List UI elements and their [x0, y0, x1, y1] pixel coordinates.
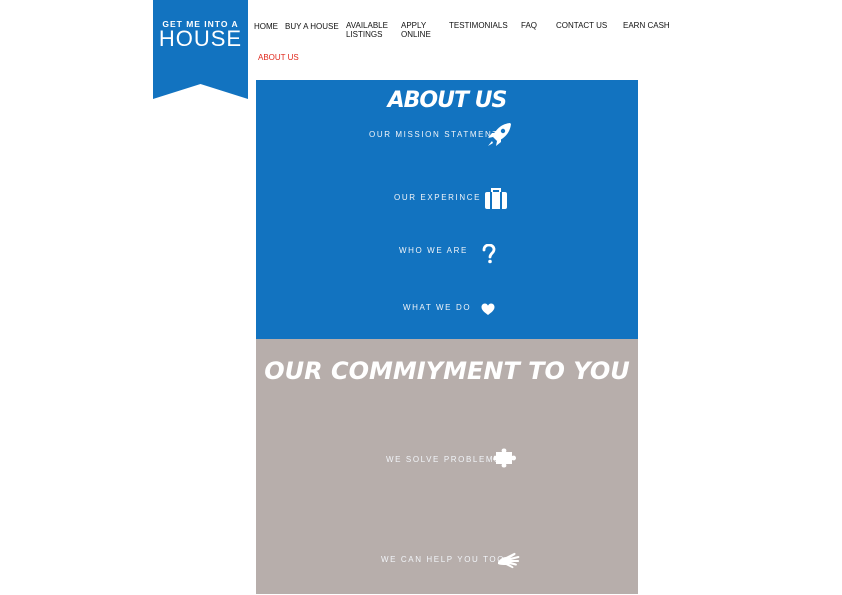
our-experince-label: OUR EXPERINCE	[394, 193, 482, 202]
mission-statement-label: OUR MISSION STATMENT	[369, 130, 499, 139]
heart-icon	[481, 303, 495, 315]
who-we-are-label: WHO WE ARE	[399, 246, 468, 255]
hand-icon	[498, 552, 520, 569]
nav-buy-a-house[interactable]: BUY A HOUSE	[285, 22, 339, 31]
nav-about-us[interactable]: ABOUT US	[258, 53, 299, 62]
commitment-title: OUR COMMIYMENT TO YOU	[264, 357, 630, 385]
nav-contact-us[interactable]: CONTACT US	[556, 21, 607, 30]
nav-listings-line1: AVAILABLE	[346, 21, 388, 30]
what-we-do-label: WHAT WE DO	[403, 303, 472, 312]
nav-apply-line2: ONLINE	[401, 30, 431, 39]
nav-available-listings[interactable]: AVAILABLE LISTINGS	[346, 21, 388, 39]
about-us-panel: ABOUT US OUR MISSION STATMENT OUR EXPERI…	[256, 80, 638, 339]
we-solve-problems-label: WE SOLVE PROBLEMS	[386, 455, 502, 464]
puzzle-icon	[493, 448, 516, 468]
nav-earn-cash[interactable]: EARN CASH	[623, 21, 670, 30]
briefcase-icon	[485, 188, 507, 209]
nav-apply-online[interactable]: APPLY ONLINE	[401, 21, 431, 39]
site-logo[interactable]: GET ME INTO A HOUSE	[153, 0, 248, 100]
nav-testimonials[interactable]: TESTIMONIALS	[449, 21, 508, 30]
nav-listings-line2: LISTINGS	[346, 30, 383, 39]
nav-apply-line1: APPLY	[401, 21, 427, 30]
nav-faq[interactable]: FAQ	[521, 21, 537, 30]
nav-home[interactable]: HOME	[254, 22, 278, 31]
commitment-panel: OUR COMMIYMENT TO YOU WE SOLVE PROBLEMS …	[256, 339, 638, 594]
question-icon	[482, 244, 496, 264]
rocket-icon	[488, 123, 511, 146]
about-us-title: ABOUT US	[387, 88, 508, 113]
logo-wordmark: HOUSE	[158, 26, 243, 51]
we-can-help-you-too-label: WE CAN HELP YOU TOO	[381, 555, 506, 564]
